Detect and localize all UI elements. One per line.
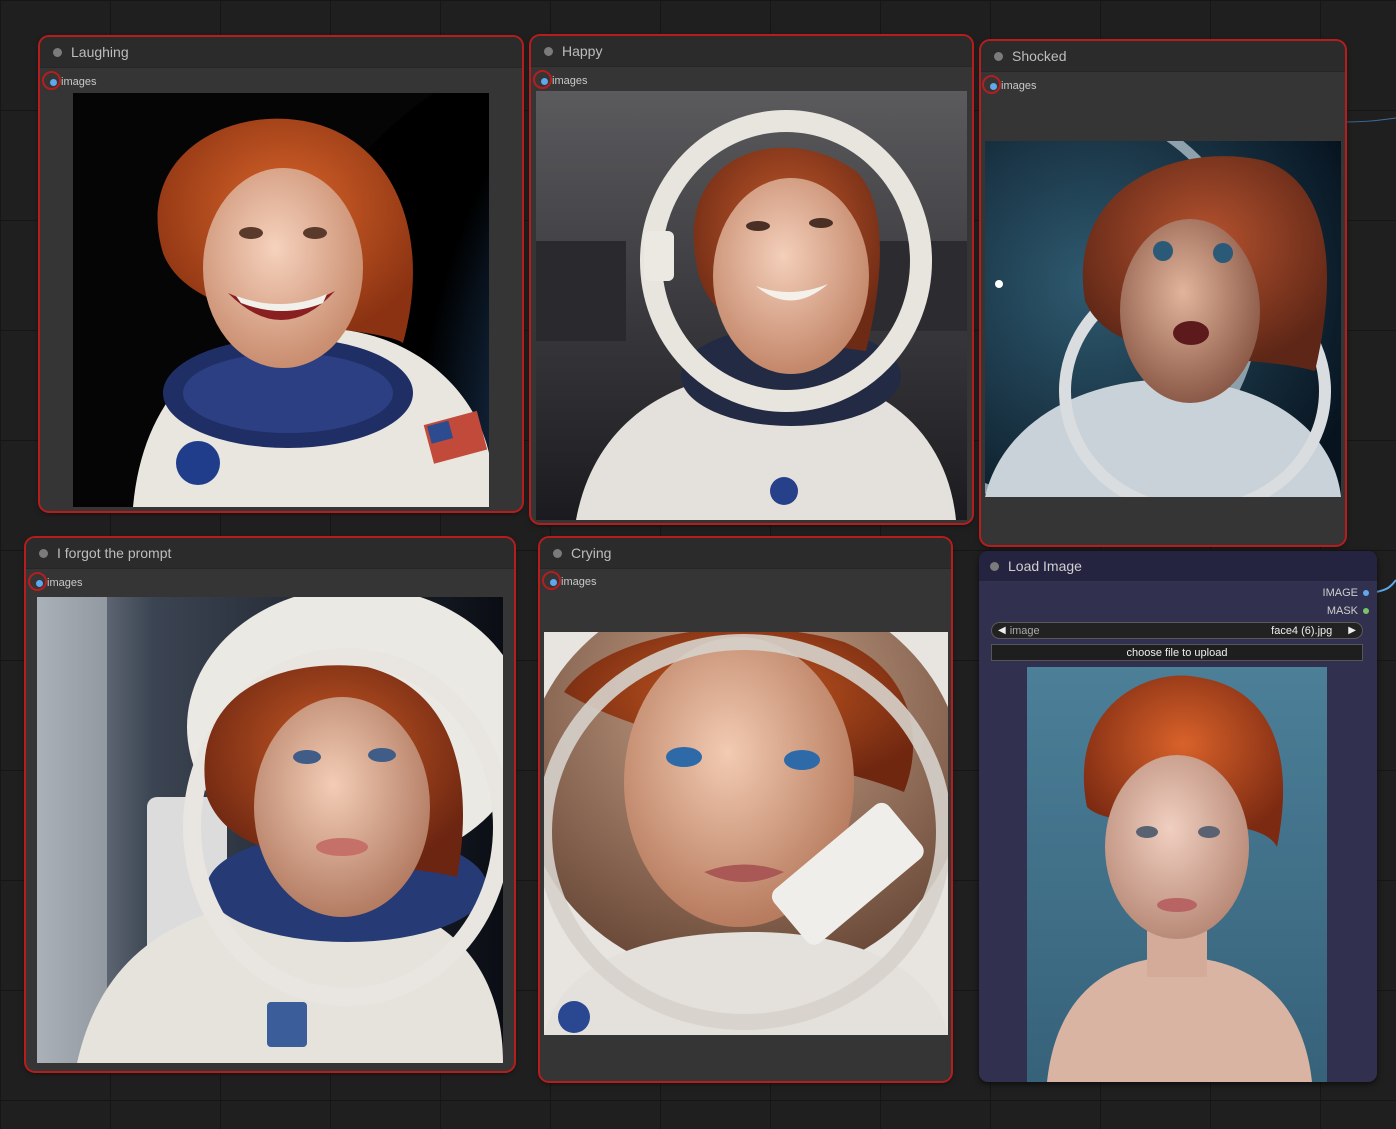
input-port-icon[interactable] [42, 70, 61, 90]
node-title: Happy [562, 43, 603, 59]
input-port-icon[interactable] [28, 571, 47, 591]
output-label: MASK [1326, 605, 1358, 617]
node-titlebar[interactable]: Shocked [981, 41, 1345, 72]
node-title: Load Image [1008, 558, 1082, 574]
input-slot-images[interactable]: images [542, 570, 597, 590]
upload-button[interactable]: choose file to upload [991, 644, 1363, 661]
preview-image [985, 141, 1341, 497]
slot-label: images [1001, 80, 1037, 92]
input-slot-images[interactable]: images [42, 70, 97, 90]
preview-node-crying[interactable]: Crying images [540, 538, 951, 1081]
input-port-icon[interactable] [533, 69, 552, 89]
output-label: IMAGE [1322, 587, 1358, 599]
node-title: Shocked [1012, 48, 1067, 64]
collapse-dot-icon[interactable] [39, 548, 48, 558]
node-title: I forgot the prompt [57, 545, 172, 561]
output-port-icon[interactable] [1363, 608, 1369, 614]
node-titlebar[interactable]: Load Image [979, 551, 1377, 581]
input-port-icon[interactable] [982, 74, 1001, 94]
collapse-dot-icon[interactable] [53, 47, 62, 57]
node-title: Laughing [71, 44, 129, 60]
input-port-icon[interactable] [542, 570, 561, 590]
input-slot-images[interactable]: images [982, 74, 1037, 94]
preview-node-happy[interactable]: Happy images [531, 36, 972, 523]
preview-image [73, 93, 489, 507]
node-titlebar[interactable]: Laughing [40, 37, 522, 68]
node-title: Crying [571, 545, 612, 561]
collapse-dot-icon[interactable] [994, 51, 1003, 61]
input-slot-images[interactable]: images [533, 69, 588, 89]
slot-label: images [552, 75, 588, 87]
collapse-dot-icon[interactable] [553, 548, 562, 558]
slot-label: images [561, 576, 597, 588]
image-combo-widget[interactable]: ◀ image face4 (6).jpg ▶ [991, 622, 1363, 639]
collapse-dot-icon[interactable] [990, 561, 999, 571]
preview-node-forgot-prompt[interactable]: I forgot the prompt images [26, 538, 514, 1071]
combo-right-arrow-icon[interactable]: ▶ [1348, 625, 1356, 636]
combo-value: face4 (6).jpg [1271, 624, 1333, 637]
combo-left-arrow-icon[interactable]: ◀ [998, 625, 1006, 636]
load-image-node[interactable]: Load Image IMAGE MASK ◀ image face4 (6).… [979, 551, 1377, 1082]
input-slot-images[interactable]: images [28, 571, 83, 591]
preview-image [536, 91, 967, 520]
node-titlebar[interactable]: Happy [531, 36, 972, 67]
preview-image [544, 632, 948, 1035]
output-port-icon[interactable] [1363, 590, 1369, 596]
output-slot-image[interactable]: IMAGE [1323, 587, 1369, 599]
slot-label: images [47, 577, 83, 589]
loaded-image-preview [1027, 667, 1327, 1082]
node-titlebar[interactable]: Crying [540, 538, 951, 569]
connection-wire [1340, 117, 1396, 593]
slot-label: images [61, 76, 97, 88]
preview-node-laughing[interactable]: Laughing images [40, 37, 522, 511]
node-titlebar[interactable]: I forgot the prompt [26, 538, 514, 569]
preview-image [37, 597, 503, 1063]
preview-node-shocked[interactable]: Shocked images [981, 41, 1345, 545]
combo-label: image [1009, 624, 1040, 637]
output-slot-mask[interactable]: MASK [1327, 605, 1369, 617]
collapse-dot-icon[interactable] [544, 46, 553, 56]
